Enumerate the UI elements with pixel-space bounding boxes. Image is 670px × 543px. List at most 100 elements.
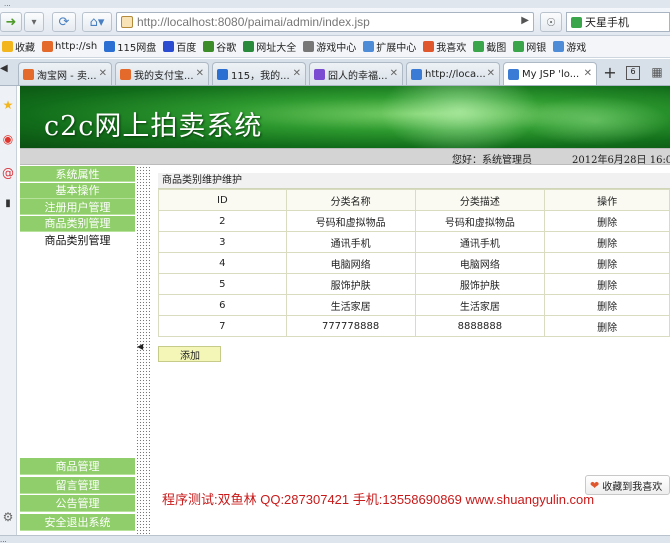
table-cell: 4: [158, 252, 287, 274]
refresh-icon[interactable]: ⟳: [52, 12, 76, 32]
window-title-strip: ...: [0, 0, 670, 8]
user-greeting: 您好：系统管理员: [452, 155, 532, 166]
tab-favicon-icon: [217, 68, 228, 80]
browser-tab[interactable]: 我的支付宝... ✕: [115, 62, 209, 85]
forward-dropdown-icon[interactable]: ▾: [24, 12, 44, 32]
favorite-item[interactable]: 游戏: [553, 39, 586, 54]
favorite-item[interactable]: 扩展中心: [363, 39, 416, 54]
favorite-label: 115网盘: [117, 43, 157, 54]
favorite-item[interactable]: 游戏中心: [303, 39, 356, 54]
favorite-item[interactable]: 网银: [513, 39, 546, 54]
tab-label: 115，我的...: [231, 70, 290, 82]
table-cell: 电脑网络: [414, 252, 546, 274]
delete-link[interactable]: 删除: [544, 231, 670, 253]
bank-icon: [513, 41, 525, 52]
close-icon[interactable]: ✕: [99, 68, 107, 79]
add-button[interactable]: 添加: [158, 346, 221, 362]
favorite-button[interactable]: ❤ 收藏到我喜欢: [585, 475, 670, 495]
trash-icon[interactable]: ▦: [650, 65, 664, 81]
delete-link[interactable]: 删除: [544, 273, 670, 295]
table-cell: 生活家居: [414, 294, 546, 316]
favorite-label: 扩展中心: [376, 43, 417, 54]
favorite-item[interactable]: 网址大全: [243, 39, 296, 54]
search-engine-box[interactable]: 天星手机: [566, 12, 670, 32]
tab-favicon-icon: [411, 68, 422, 80]
menu-group-header[interactable]: 公告管理: [20, 495, 135, 512]
sidebar-toggle-icon[interactable]: ▮: [0, 194, 16, 212]
menu-group-header[interactable]: 安全退出系统: [20, 513, 135, 531]
tab-favicon-icon: [23, 68, 34, 80]
close-icon[interactable]: ✕: [196, 68, 204, 79]
favorite-item[interactable]: 我喜欢: [423, 39, 466, 54]
browser-tab[interactable]: 115，我的... ✕: [212, 62, 306, 85]
frame-divider[interactable]: [136, 166, 150, 543]
browser-tab[interactable]: 囧人的幸福... ✕: [309, 62, 403, 85]
favorite-item[interactable]: 谷歌: [203, 39, 236, 54]
status-bar: ...: [0, 535, 670, 543]
menu-group-header[interactable]: 商品管理: [20, 458, 135, 475]
tab-label: http://loca...: [425, 68, 486, 80]
address-bar[interactable]: http://localhost:8080/paimai/admin/index…: [116, 12, 534, 32]
favorite-label: 网址大全: [256, 43, 297, 54]
favorite-item[interactable]: 115网盘: [104, 39, 156, 54]
page-icon: [121, 16, 133, 28]
heart-icon: ❤: [590, 478, 600, 492]
menu-group-header[interactable]: 注册用户管理: [20, 199, 135, 215]
weibo-icon[interactable]: ◉: [0, 130, 16, 148]
shield-icon[interactable]: ☉: [540, 12, 562, 32]
table-row: 4 电脑网络 电脑网络 删除: [158, 252, 670, 274]
browser-tab[interactable]: My JSP 'lo... ✕: [503, 62, 597, 85]
tab-scroll-left-icon[interactable]: ◀: [0, 63, 14, 83]
browser-tab[interactable]: 淘宝网 - 卖... ✕: [18, 62, 112, 85]
game-icon: [553, 41, 565, 52]
close-icon[interactable]: ✕: [293, 68, 301, 79]
menu-subitem[interactable]: 商品类别管理: [20, 232, 135, 248]
tab-list-icon[interactable]: 6: [626, 66, 640, 80]
tab-label: My JSP 'lo...: [522, 68, 580, 80]
gear-icon[interactable]: ⚙: [0, 508, 16, 526]
favorite-item[interactable]: 收藏: [2, 39, 35, 54]
favorite-label: 游戏: [566, 43, 587, 54]
menu-group-header[interactable]: 系统属性: [20, 166, 135, 182]
favorite-item[interactable]: 截图: [473, 39, 506, 54]
table-row: 6 生活家居 生活家居 删除: [158, 294, 670, 316]
delete-link[interactable]: 删除: [544, 294, 670, 316]
tab-label: 囧人的幸福...: [328, 70, 388, 82]
address-dropdown-icon[interactable]: ▶: [521, 15, 529, 26]
favorite-item[interactable]: 百度: [163, 39, 196, 54]
browser-sidebar: ★ ◉ @ ▮ ⚙: [0, 86, 17, 543]
delete-link[interactable]: 删除: [544, 210, 670, 232]
table-row: 3 通讯手机 通讯手机 删除: [158, 231, 670, 253]
home-icon[interactable]: ⌂▾: [82, 12, 112, 32]
table-row: 7 777778888 8888888 删除: [158, 315, 670, 337]
back-arrow-icon[interactable]: ➜: [0, 12, 22, 32]
favorite-label: 百度: [176, 43, 197, 54]
menu-group-header[interactable]: 商品类别管理: [20, 215, 135, 232]
search-engine-icon: [571, 16, 582, 28]
table-cell: 通讯手机: [285, 231, 416, 253]
menu-group-header[interactable]: 留言管理: [20, 476, 135, 494]
tab-label: 我的支付宝...: [134, 70, 194, 82]
favorite-item[interactable]: http://sh: [42, 41, 97, 52]
collapse-arrow-icon[interactable]: ◀: [137, 342, 146, 352]
new-tab-icon[interactable]: +: [600, 63, 620, 83]
table-cell: 8888888: [414, 315, 546, 337]
at-icon[interactable]: @: [0, 164, 16, 182]
heart-icon: [423, 41, 435, 52]
close-icon[interactable]: ✕: [584, 68, 592, 79]
tab-favicon-icon: [508, 68, 519, 80]
site-banner: c2c网上拍卖系统: [20, 86, 670, 148]
close-icon[interactable]: ✕: [390, 68, 398, 79]
tab-favicon-icon: [314, 68, 325, 80]
menu-group-header[interactable]: 基本操作: [20, 182, 135, 199]
address-url: http://localhost:8080/paimai/admin/index…: [137, 15, 370, 29]
page-icon: [42, 41, 53, 52]
section-title: 商品类别维护维护: [158, 173, 670, 189]
browser-tab[interactable]: http://loca... ✕: [406, 62, 500, 85]
star-icon[interactable]: ★: [0, 96, 16, 114]
delete-link[interactable]: 删除: [544, 252, 670, 274]
delete-link[interactable]: 删除: [544, 315, 670, 337]
table-cell: 号码和虚拟物品: [285, 210, 416, 232]
close-icon[interactable]: ✕: [487, 68, 495, 79]
column-header: 分类描述: [414, 189, 546, 211]
